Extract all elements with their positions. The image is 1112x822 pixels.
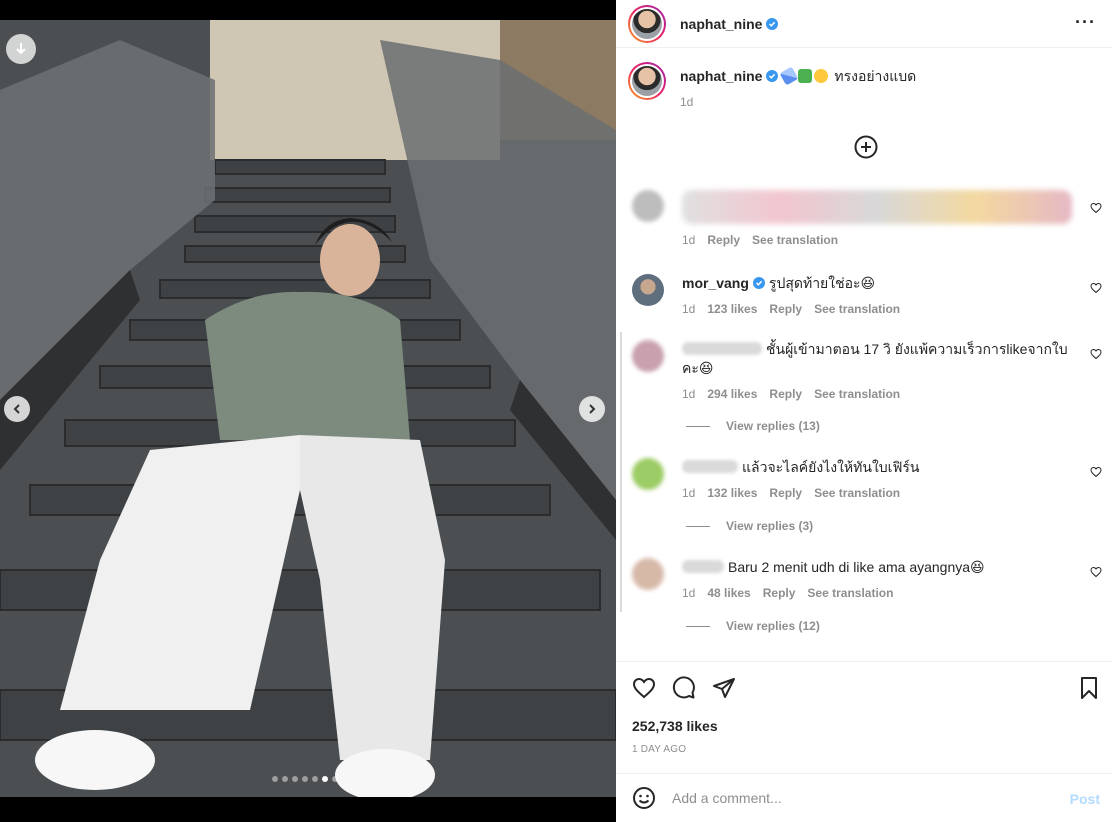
sunglasses-emoji-icon	[814, 69, 829, 83]
see-translation-button[interactable]: See translation	[814, 484, 900, 503]
comment-likes[interactable]: 123 likes	[707, 300, 757, 319]
comment-item: Baru 2 menit udh di like ama ayangnya😆 1…	[632, 558, 1102, 603]
post-actions: 252,738 likes 1 DAY AGO	[616, 661, 1112, 773]
comment-item: mor_vang รูปสุดท้ายใช่อะ😆 1d 123 likes Re…	[632, 274, 1102, 319]
reply-button[interactable]: Reply	[769, 300, 802, 319]
reply-button[interactable]: Reply	[769, 484, 802, 503]
post-photo	[0, 20, 616, 797]
comment-input[interactable]	[672, 790, 1052, 806]
reply-button[interactable]: Reply	[707, 231, 740, 250]
comment-avatar[interactable]	[632, 458, 664, 490]
slide-dot	[312, 776, 318, 782]
verified-badge-icon	[766, 17, 779, 30]
comment-text-blurred	[682, 190, 1072, 224]
comment-username-blurred	[682, 460, 738, 473]
comment-icon[interactable]	[672, 676, 696, 700]
view-replies-button[interactable]: View replies (13)	[686, 419, 820, 433]
verified-badge-icon	[752, 277, 765, 289]
comment-avatar[interactable]	[632, 340, 664, 372]
see-translation-button[interactable]: See translation	[752, 231, 838, 250]
comment-text: รูปสุดท้ายใช่อะ😆	[768, 275, 876, 291]
slide-dot	[302, 776, 308, 782]
previous-slide-button[interactable]	[4, 396, 30, 422]
see-translation-button[interactable]: See translation	[807, 584, 893, 603]
comment-time: 1d	[682, 233, 696, 247]
likes-count[interactable]: 252,738 likes	[632, 718, 718, 734]
share-icon[interactable]	[712, 676, 736, 700]
comment-username-blurred	[682, 560, 724, 573]
slide-dot	[332, 776, 338, 782]
slide-dot	[272, 776, 278, 782]
comment-likes[interactable]: 48 likes	[707, 584, 750, 603]
caption-avatar[interactable]	[628, 62, 666, 100]
comment-item: ชั้นผู้เข้ามาตอน 17 วิ ยังแพ้ความเร็วการ…	[632, 340, 1102, 404]
emoji-icon[interactable]	[632, 786, 656, 810]
view-replies-button[interactable]: View replies (12)	[686, 619, 820, 633]
comment-username[interactable]: mor_vang	[682, 275, 749, 291]
comment-item: แล้วจะไลค์ยังไงให้ทันใบเฟิร์น 1d 132 lik…	[632, 458, 1102, 503]
comment-time: 1d	[682, 586, 696, 600]
post-comment-button[interactable]: Post	[1070, 791, 1100, 807]
pill-emoji-icon	[779, 66, 800, 86]
next-slide-button[interactable]	[579, 396, 605, 422]
post-panel: naphat_nine ··· naphat_nine ทรงอย่างแบด …	[616, 0, 1112, 822]
download-icon[interactable]	[6, 34, 36, 64]
post-author-username[interactable]: naphat_nine	[680, 16, 779, 32]
reply-button[interactable]: Reply	[763, 584, 796, 603]
battery-emoji-icon	[798, 69, 813, 83]
caption-text: ทรงอย่างแบด	[834, 68, 917, 84]
comment-item: 1d Reply See translation	[632, 190, 1102, 250]
view-replies-button[interactable]: View replies (3)	[686, 519, 813, 533]
reply-button[interactable]: Reply	[769, 385, 802, 404]
slide-dot	[292, 776, 298, 782]
like-comment-icon[interactable]	[1090, 202, 1102, 214]
verified-badge-icon	[766, 70, 779, 82]
like-comment-icon[interactable]	[1090, 348, 1102, 360]
comment-username-blurred	[682, 342, 762, 355]
see-translation-button[interactable]: See translation	[814, 300, 900, 319]
load-more-comments-icon[interactable]	[854, 135, 878, 159]
slide-indicator	[272, 776, 338, 782]
comment-avatar[interactable]	[632, 190, 664, 222]
slide-dot	[282, 776, 288, 782]
post-date: 1 DAY AGO	[632, 744, 687, 755]
comment-avatar[interactable]	[632, 274, 664, 306]
post-caption: naphat_nine ทรงอย่างแบด 1d	[628, 62, 1098, 112]
like-comment-icon[interactable]	[1090, 566, 1102, 578]
like-comment-icon[interactable]	[1090, 282, 1102, 294]
comment-time: 1d	[682, 486, 696, 500]
thread-indicator	[620, 332, 622, 612]
comment-time: 1d	[682, 387, 696, 401]
caption-username[interactable]: naphat_nine	[680, 68, 762, 84]
post-header: naphat_nine ···	[616, 0, 1112, 48]
more-options-icon[interactable]: ···	[1075, 12, 1096, 33]
avatar[interactable]	[628, 4, 666, 43]
save-icon[interactable]	[1077, 676, 1101, 700]
slide-dot	[322, 776, 328, 782]
media-viewer	[0, 0, 616, 822]
like-icon[interactable]	[632, 676, 656, 700]
comment-likes[interactable]: 294 likes	[707, 385, 757, 404]
see-translation-button[interactable]: See translation	[814, 385, 900, 404]
comment-time: 1d	[682, 302, 696, 316]
comment-likes[interactable]: 132 likes	[707, 484, 757, 503]
caption-time: 1d	[680, 95, 694, 109]
comment-avatar[interactable]	[632, 558, 664, 590]
add-comment-bar: Post	[616, 773, 1112, 822]
comment-text: แล้วจะไลค์ยังไงให้ทันใบเฟิร์น	[742, 459, 920, 475]
like-comment-icon[interactable]	[1090, 466, 1102, 478]
comment-text: Baru 2 menit udh di like ama ayangnya😆	[728, 559, 985, 575]
